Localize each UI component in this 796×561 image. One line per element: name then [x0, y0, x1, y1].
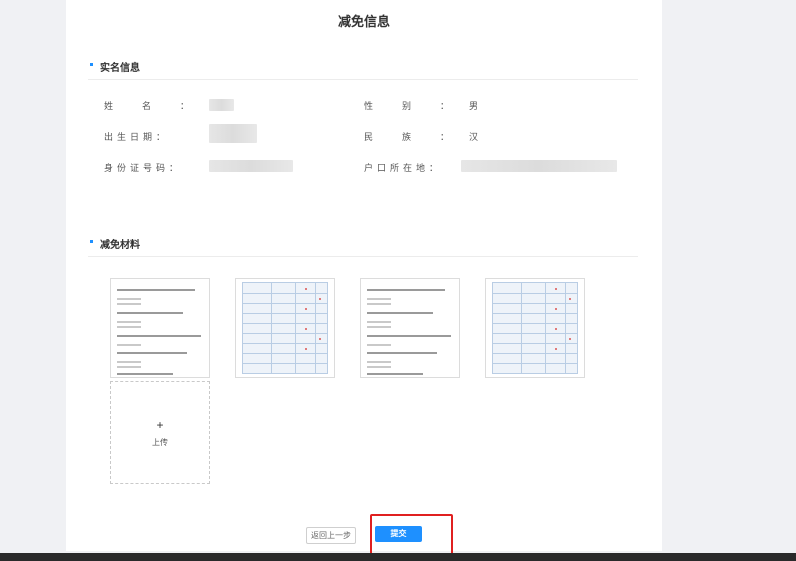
table-preview	[492, 282, 578, 374]
value-household-redacted	[461, 160, 617, 172]
material-thumbnail[interactable]	[235, 278, 335, 378]
label-household: 户口所在地：	[364, 163, 443, 173]
document-preview	[367, 285, 453, 375]
section-header-identity: 实名信息	[88, 59, 638, 80]
value-gender: 男	[469, 101, 479, 111]
section-title-materials: 减免材料	[100, 240, 140, 251]
upload-button[interactable]: + 上传	[110, 381, 210, 484]
material-thumbnail[interactable]	[360, 278, 460, 378]
label-birthdate: 出生日期：	[104, 132, 170, 142]
label-gender: 性别：	[364, 101, 479, 111]
back-button[interactable]: 返回上一步	[306, 527, 356, 544]
main-card: 减免信息 实名信息 姓名： 性别： 男 出生日期： 民族： 汉 身份证号码： 户…	[66, 0, 662, 551]
section-title-identity: 实名信息	[100, 63, 140, 74]
value-birthdate-redacted	[209, 124, 257, 143]
section-marker-icon	[90, 63, 93, 66]
upload-label: 上传	[152, 438, 168, 447]
document-preview	[117, 285, 203, 375]
value-ethnicity: 汉	[469, 132, 479, 142]
material-thumbnail[interactable]	[110, 278, 210, 378]
section-header-materials: 减免材料	[88, 236, 638, 257]
label-name: 姓名：	[104, 101, 219, 111]
plus-icon: +	[156, 418, 164, 432]
value-name-redacted	[209, 99, 234, 111]
bottom-bar	[0, 553, 796, 561]
label-ethnicity: 民族：	[364, 132, 479, 142]
section-marker-icon	[90, 240, 93, 243]
value-id-number-redacted	[209, 160, 293, 172]
table-preview	[242, 282, 328, 374]
label-id-number: 身份证号码：	[104, 163, 183, 173]
material-thumbnail[interactable]	[485, 278, 585, 378]
page-title: 减免信息	[337, 14, 390, 29]
